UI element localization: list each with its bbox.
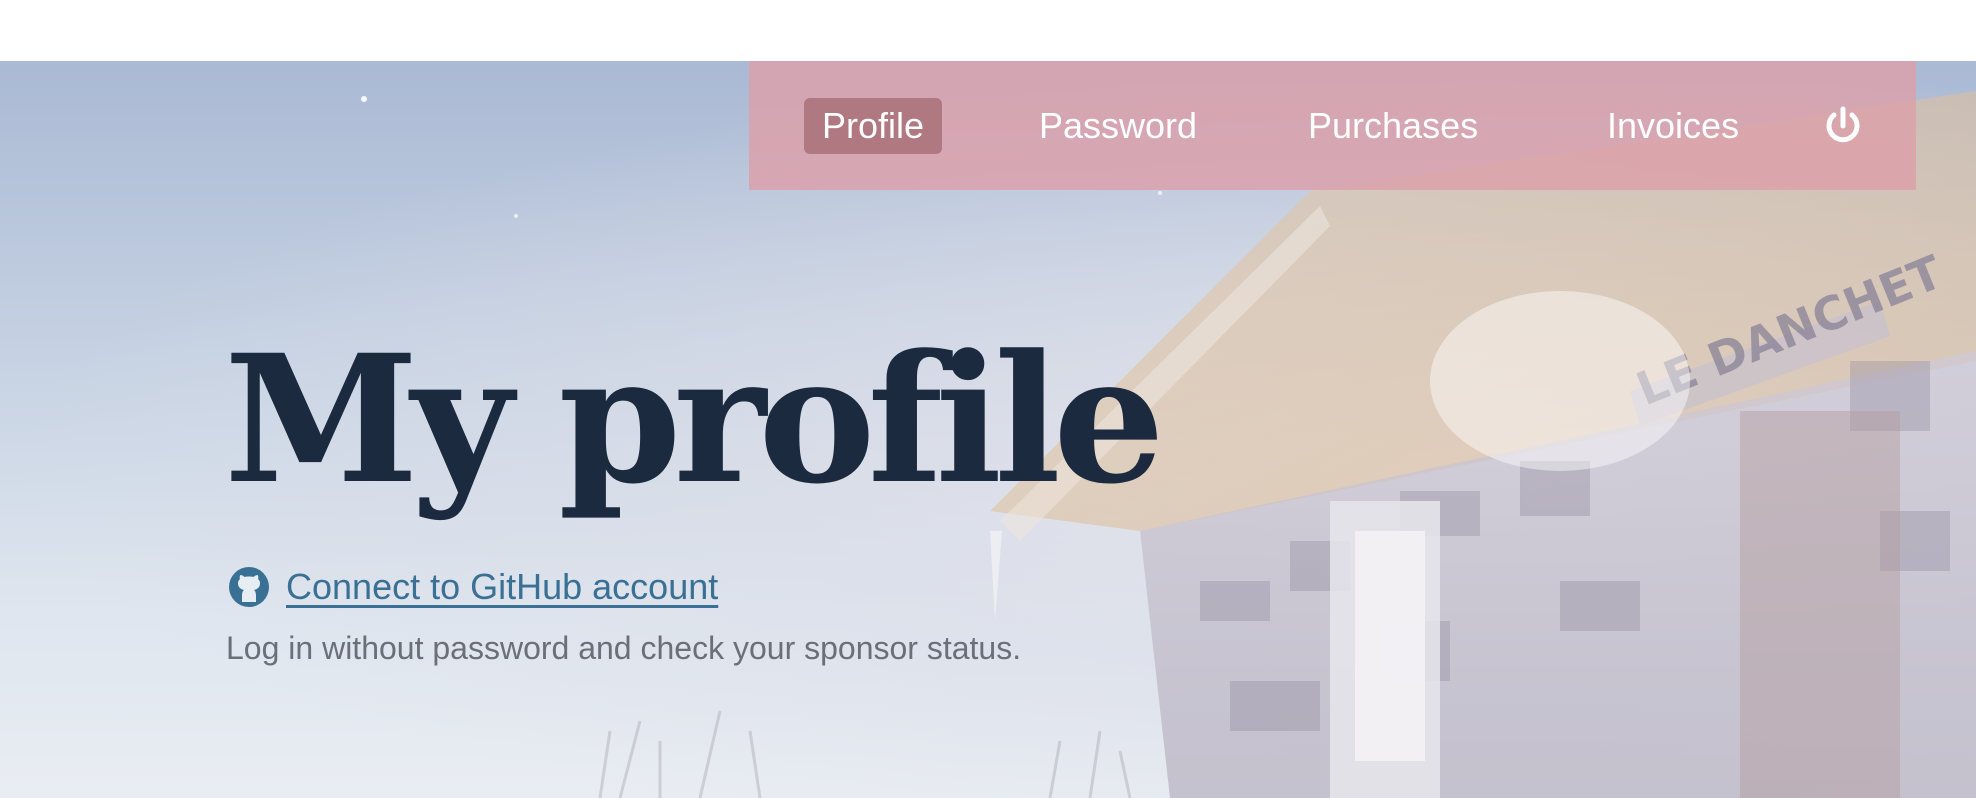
page-title: My profile bbox=[224, 316, 1165, 523]
nav-tab-password[interactable]: Password bbox=[1021, 98, 1215, 154]
power-icon bbox=[1826, 106, 1860, 143]
top-navigation: Profile Password Purchases Invoices bbox=[749, 61, 1916, 190]
nav-tab-purchases[interactable]: Purchases bbox=[1290, 98, 1496, 154]
logout-button[interactable] bbox=[1819, 102, 1867, 150]
connect-github-link[interactable]: Connect to GitHub account bbox=[286, 566, 718, 608]
nav-tab-profile[interactable]: Profile bbox=[804, 98, 943, 154]
github-connect-description: Log in without password and check your s… bbox=[226, 630, 1022, 666]
nav-tab-invoices[interactable]: Invoices bbox=[1589, 98, 1757, 154]
github-icon bbox=[229, 567, 269, 607]
github-connect-row: Connect to GitHub account bbox=[228, 562, 718, 612]
